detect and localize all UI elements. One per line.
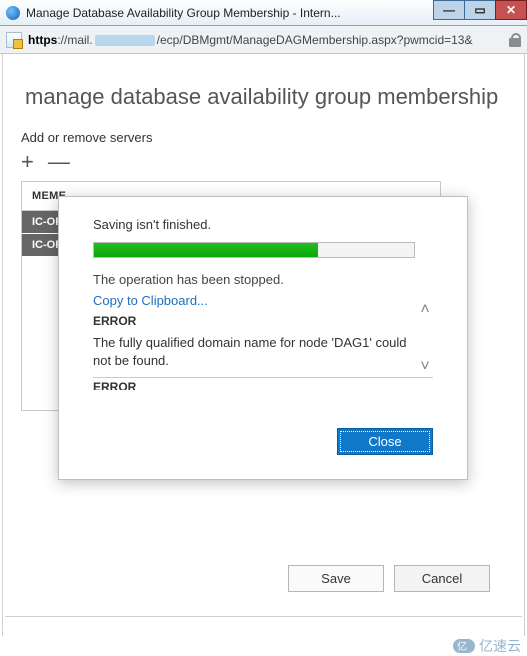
close-button[interactable]: Close — [337, 428, 433, 455]
address-bar: https://mail. /ecp/DBMgmt/ManageDAGMember… — [0, 26, 527, 54]
error-scroll-area: The fully qualified domain name for node… — [93, 334, 433, 378]
error-message: The fully qualified domain name for node… — [93, 334, 411, 369]
url-scheme: https — [28, 33, 57, 47]
toolbar: + — — [3, 151, 524, 181]
close-window-button[interactable]: ✕ — [495, 0, 527, 20]
copy-to-clipboard-link[interactable]: Copy to Clipboard... — [93, 293, 433, 308]
save-button[interactable]: Save — [288, 565, 384, 592]
window-title: Manage Database Availability Group Membe… — [26, 6, 434, 20]
section-label: Add or remove servers — [3, 130, 524, 151]
dialog-status-title: Saving isn't finished. — [93, 217, 433, 232]
minimize-button[interactable]: — — [433, 0, 465, 20]
lock-icon — [509, 33, 521, 47]
scroll-down-icon[interactable]: ˅ — [417, 359, 433, 375]
page-icon — [6, 32, 22, 48]
progress-bar — [93, 242, 415, 258]
error-heading-truncated: ERROR — [93, 380, 433, 390]
url-path: /ecp/DBMgmt/ManageDAGMembership.aspx?pwm… — [157, 33, 473, 47]
remove-icon[interactable]: — — [48, 151, 70, 173]
ie-icon — [6, 6, 20, 20]
window-titlebar: Manage Database Availability Group Membe… — [0, 0, 527, 26]
url-field[interactable]: https://mail. /ecp/DBMgmt/ManageDAGMember… — [28, 33, 503, 47]
footer-buttons: Save Cancel — [288, 565, 490, 592]
page-title: manage database availability group membe… — [3, 84, 524, 130]
saving-dialog: Saving isn't finished. The operation has… — [58, 196, 468, 480]
progress-fill — [94, 243, 318, 257]
url-host-prefix: ://mail. — [57, 33, 92, 47]
add-icon[interactable]: + — [21, 151, 34, 173]
error-heading: ERROR — [93, 314, 433, 328]
maximize-button[interactable]: ▭ — [464, 0, 496, 20]
window-controls: — ▭ ✕ — [434, 0, 527, 22]
watermark-text: 亿速云 — [479, 636, 521, 656]
cloud-icon — [453, 639, 475, 653]
cancel-button[interactable]: Cancel — [394, 565, 490, 592]
operation-stopped-text: The operation has been stopped. — [93, 272, 433, 287]
watermark: 亿速云 — [453, 636, 521, 656]
url-hidden-host — [95, 35, 155, 46]
status-bar — [5, 616, 522, 636]
scroll-up-icon[interactable]: ˄ — [417, 302, 433, 318]
